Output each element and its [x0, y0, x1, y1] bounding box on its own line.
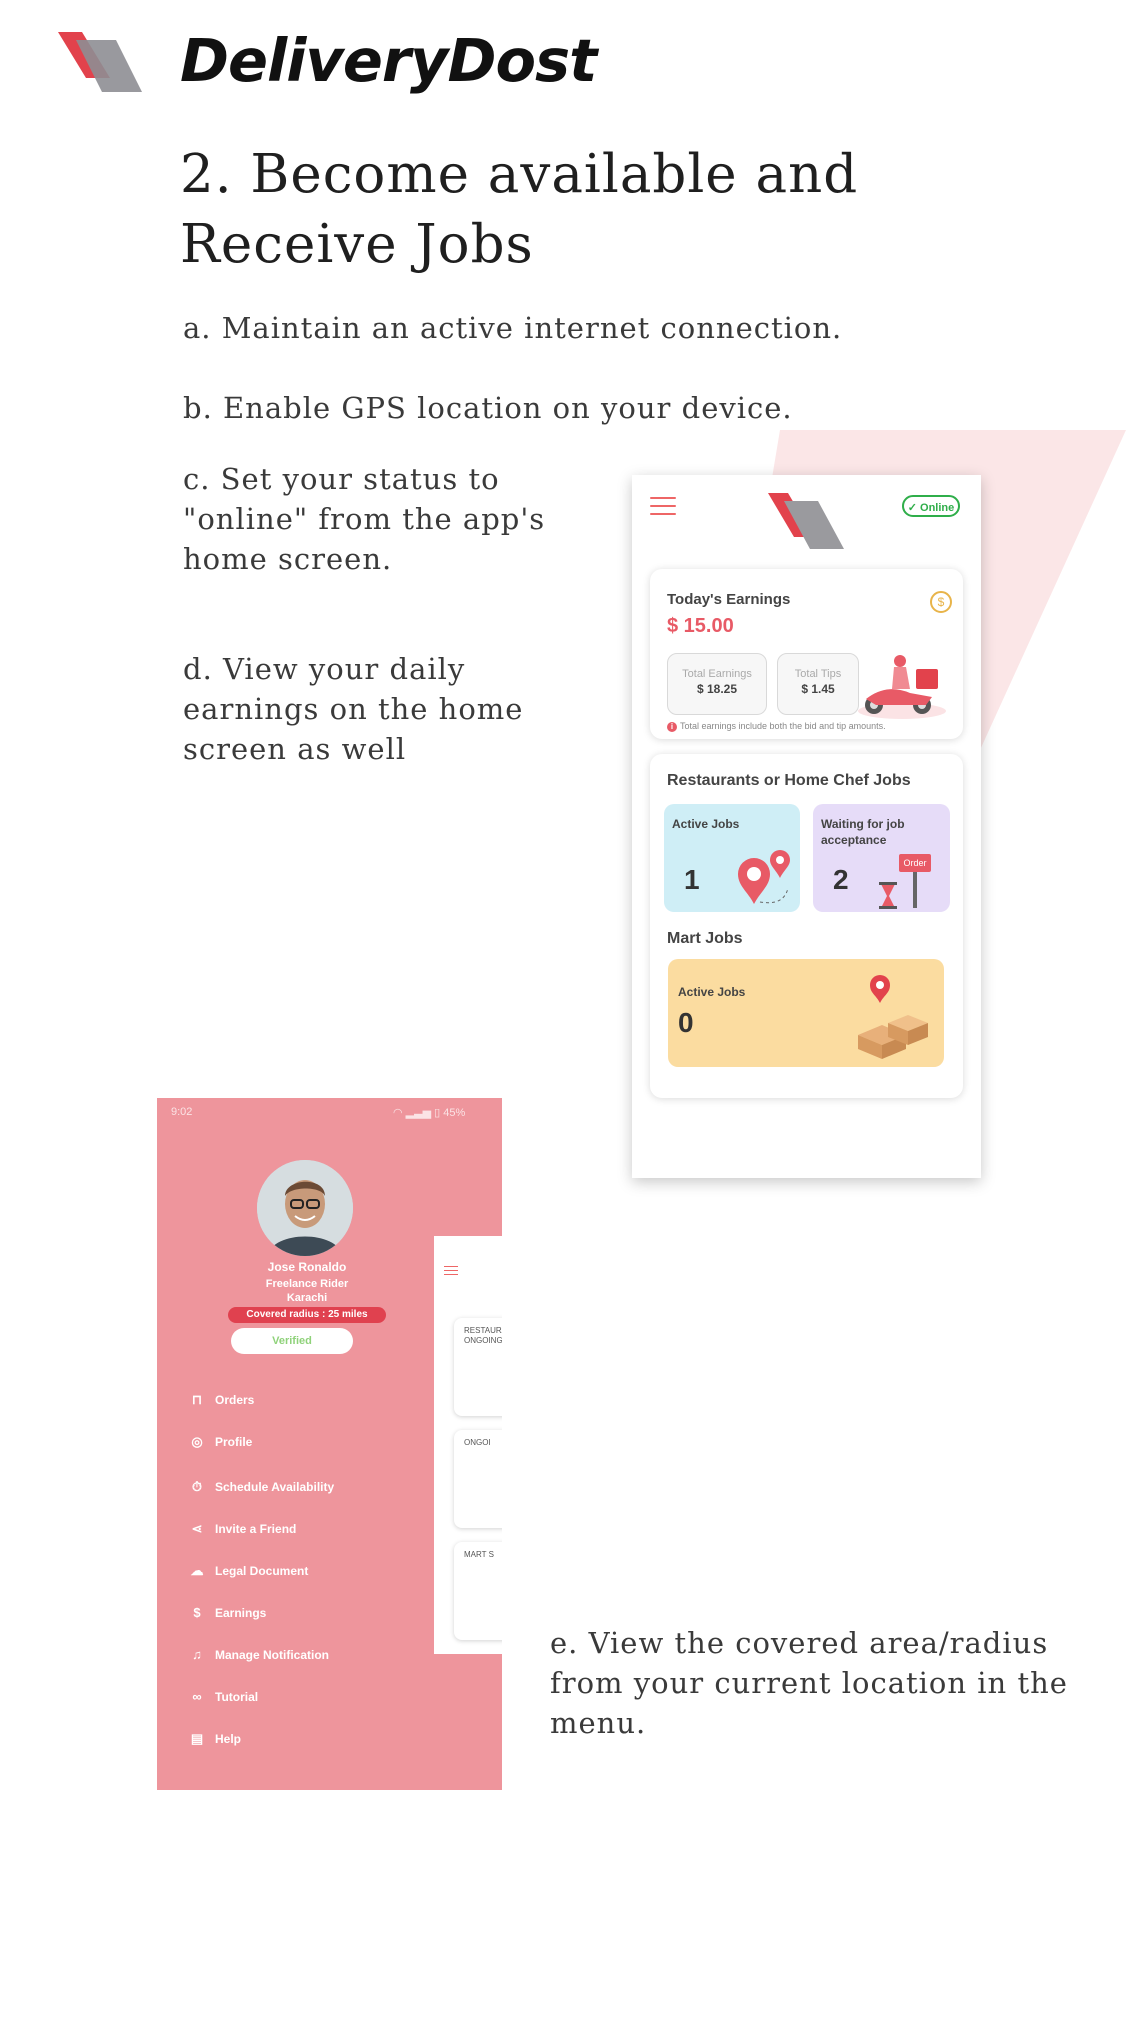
menu-item-manage-notification[interactable]: ♫ Manage Notification — [189, 1645, 329, 1665]
total-earnings-label: Total Earnings — [682, 668, 752, 680]
menu-item-schedule-availability[interactable]: ⏱ Schedule Availability — [189, 1477, 334, 1497]
step-e-text: e. View the covered area/radius from you… — [550, 1626, 1068, 1740]
timer-icon: ⏱ — [191, 1479, 203, 1494]
status-bar-icons: ◠ ▂▃▅ ▯ 45% — [393, 1106, 465, 1119]
profile-city: Karachi — [286, 1292, 328, 1304]
battery-level: 45% — [443, 1107, 466, 1119]
active-jobs-count: 1 — [684, 864, 700, 895]
shopping-bag-icon: ⊓ — [191, 1392, 203, 1407]
menu-item-label: Manage Notification — [215, 1648, 330, 1662]
menu-item-help[interactable]: ▤ Help — [189, 1729, 241, 1749]
brand-logo-icon — [58, 32, 142, 92]
active-jobs-label: Active Jobs — [672, 817, 740, 831]
restaurant-jobs-title: Restaurants or Home Chef Jobs — [667, 772, 911, 789]
peek-card-mart-label: MART S — [464, 1550, 494, 1559]
step-a-text: a. Maintain an active internet connectio… — [183, 311, 843, 345]
total-earnings-value: $ 18.25 — [696, 682, 738, 696]
waiting-jobs-label: Waiting for job acceptance — [821, 817, 905, 847]
step-c-text: c. Set your status to "online" from the … — [183, 462, 546, 576]
mart-active-jobs-label: Active Jobs — [678, 985, 746, 999]
home-screen-mockup: ✓ Online Today's Earnings $ 15.00 $ Tota… — [632, 475, 981, 1178]
share-icon: ⋖ — [191, 1521, 203, 1536]
peek-card-restaurant: RESTAURA ONGOING — [454, 1318, 502, 1416]
menu-item-label: Schedule Availability — [215, 1480, 335, 1494]
earnings-card: Today's Earnings $ 15.00 $ Total Earning… — [650, 569, 963, 739]
check-icon: ✓ — [907, 502, 921, 514]
document-icon: ▤ — [190, 1731, 204, 1746]
total-tips-value: $ 1.45 — [801, 682, 835, 696]
mart-active-jobs-count: 0 — [678, 1007, 694, 1038]
menu-item-label: Tutorial — [215, 1690, 259, 1704]
brand-name: DeliveryDost — [180, 26, 597, 95]
info-icon: i — [667, 722, 677, 732]
waiting-jobs-count: 2 — [833, 864, 849, 895]
menu-item-label: Legal Document — [215, 1564, 309, 1578]
jobs-card: Restaurants or Home Chef Jobs Active Job… — [650, 754, 963, 1098]
scooter-rider-illustration — [858, 655, 946, 719]
user-circle-icon: ◎ — [191, 1434, 203, 1449]
status-bar-time: 9:02 — [171, 1106, 193, 1118]
menu-item-label: Invite a Friend — [215, 1522, 297, 1536]
earnings-amount: $ 15.00 — [667, 615, 734, 637]
active-jobs-tile[interactable]: Active Jobs 1 — [664, 804, 800, 912]
peek-card-ongoing-label: ONGOI — [464, 1438, 491, 1447]
earnings-note-text: Total earnings include both the bid and … — [680, 721, 886, 731]
menu-item-label: Profile — [215, 1435, 253, 1449]
app-logo-icon — [768, 493, 844, 549]
total-tips-box: Total Tips $ 1.45 — [777, 653, 859, 715]
page-heading: 2. Become available and Receive Jobs — [180, 144, 859, 275]
menu-item-orders[interactable]: ⊓ Orders — [189, 1390, 254, 1410]
menu-item-label: Orders — [215, 1393, 255, 1407]
hourglass-icon — [879, 872, 917, 909]
online-status-label: Online — [920, 502, 955, 514]
menu-item-legal-document[interactable]: ☁ Legal Document — [189, 1561, 309, 1581]
menu-item-tutorial[interactable]: ∞ Tutorial — [189, 1687, 258, 1707]
covered-radius-badge: Covered radius : 25 miles — [228, 1307, 386, 1323]
dollar-coin-icon: $ — [930, 591, 952, 613]
verified-badge: Verified — [231, 1328, 353, 1354]
menu-item-invite-a-friend[interactable]: ⋖ Invite a Friend — [189, 1519, 297, 1539]
profile-name: Jose Ronaldo — [267, 1260, 347, 1274]
waiting-jobs-tile[interactable]: Waiting for job acceptance 2 Order — [813, 804, 950, 912]
step-d-text: d. View your daily earnings on the home … — [183, 652, 524, 766]
menu-item-label: Earnings — [215, 1606, 267, 1620]
peek-card-mart: MART S — [454, 1542, 502, 1640]
hamburger-icon[interactable] — [650, 497, 676, 517]
mart-active-jobs-tile[interactable]: Active Jobs 0 — [668, 959, 944, 1067]
online-status-toggle[interactable]: ✓ Online — [902, 495, 960, 517]
menu-item-profile[interactable]: ◎ Profile — [189, 1432, 252, 1452]
map-pin-icon — [738, 850, 790, 904]
wifi-signal-icon: ◠ ▂▃▅ ▯ — [393, 1107, 444, 1119]
menu-item-earnings[interactable]: $ Earnings — [189, 1603, 266, 1623]
step-b-text: b. Enable GPS location on your device. — [183, 391, 793, 425]
peek-card-restaurant-label: RESTAURA ONGOING — [464, 1326, 502, 1345]
avatar — [257, 1160, 353, 1256]
menu-item-label: Help — [215, 1732, 242, 1746]
earnings-title: Today's Earnings — [667, 591, 791, 608]
profile-role: Freelance Rider — [265, 1278, 349, 1290]
bell-icon: ♫ — [192, 1647, 202, 1662]
cloud-icon: ☁ — [190, 1563, 204, 1578]
total-earnings-box: Total Earnings $ 18.25 — [667, 653, 767, 715]
dollar-circle-icon: $ — [193, 1605, 201, 1620]
peek-card-ongoing: ONGOI — [454, 1430, 502, 1528]
menu-screen-mockup: 9:02 ◠ ▂▃▅ ▯ 45% RESTAURA ONGOING ONGOI … — [157, 1098, 502, 1790]
total-tips-label: Total Tips — [794, 668, 842, 680]
avatar-portrait-icon — [257, 1160, 353, 1256]
link-icon: ∞ — [192, 1689, 202, 1704]
packages-icon — [858, 975, 928, 1059]
earnings-note: i Total earnings include both the bid and… — [667, 721, 886, 732]
mart-jobs-title: Mart Jobs — [667, 930, 743, 947]
